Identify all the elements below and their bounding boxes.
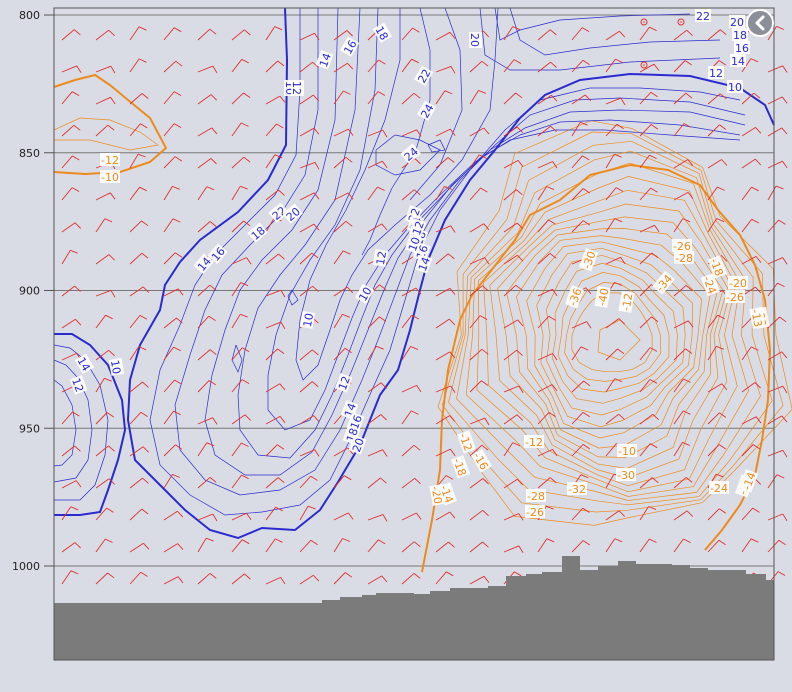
contour-label: -28 bbox=[674, 251, 694, 265]
y-tick-label: 950 bbox=[19, 422, 40, 435]
contour-label-text: 12 bbox=[374, 250, 389, 266]
contour-label-text: -12 bbox=[525, 436, 543, 449]
y-tick-label: 800 bbox=[19, 9, 40, 22]
y-tick-label: 900 bbox=[19, 285, 40, 298]
contour-label: -24 bbox=[709, 481, 729, 495]
contour-label-text: -20 bbox=[729, 277, 747, 290]
contour-label: 12 bbox=[372, 248, 389, 267]
contour-label: -28 bbox=[526, 489, 546, 503]
contour-label-text: 20 bbox=[730, 16, 744, 29]
contour-label-text: -10 bbox=[101, 171, 119, 184]
contour-label-text: -28 bbox=[527, 490, 545, 503]
contour-label-text: 20 bbox=[468, 33, 481, 47]
contour-label-text: -30 bbox=[617, 469, 635, 482]
contour-label-text: -28 bbox=[675, 252, 693, 265]
contour-label: 20 bbox=[468, 32, 482, 48]
contour-label: -32 bbox=[567, 482, 587, 496]
contour-label-text: -32 bbox=[568, 483, 586, 496]
contour-label: 14 bbox=[730, 54, 746, 68]
contour-label-text: -24 bbox=[710, 482, 728, 495]
chevron-left-icon bbox=[755, 15, 765, 31]
y-tick-label: 1000 bbox=[12, 560, 40, 573]
contour-label: 18 bbox=[732, 28, 748, 42]
contour-label: -12 bbox=[524, 435, 544, 449]
contour-label-text: 10 bbox=[108, 359, 123, 375]
contour-label: 22 bbox=[695, 9, 711, 23]
contour-label-text: -26 bbox=[526, 506, 544, 519]
contour-label-text: 12 bbox=[709, 67, 723, 80]
circled-dot-center bbox=[643, 21, 645, 23]
contour-label: 10 bbox=[727, 80, 743, 94]
contour-label: -26 bbox=[725, 290, 745, 304]
contour-label: -26 bbox=[672, 239, 692, 253]
contour-label: 12 bbox=[290, 80, 304, 96]
y-axis: 800 850 900 950 1000 bbox=[12, 9, 54, 573]
contour-label: 16 bbox=[734, 41, 750, 55]
contour-label: 12 bbox=[708, 66, 724, 80]
contour-label-text: 14 bbox=[731, 55, 745, 68]
contour-label: 10 bbox=[108, 357, 125, 376]
contour-label: -12 bbox=[100, 153, 120, 167]
contour-label-text: 10 bbox=[301, 312, 316, 328]
contour-label-text: -12 bbox=[101, 154, 119, 167]
contour-label-text: 18 bbox=[733, 29, 747, 42]
contour-label: -10 bbox=[617, 444, 637, 458]
contour-label-text: 10 bbox=[728, 81, 742, 94]
contour-label: -10 bbox=[100, 170, 120, 184]
contour-label-text: 22 bbox=[696, 10, 710, 23]
contour-chart: 22 2018161412101012141618 2022242422201816… bbox=[12, 7, 792, 661]
back-button[interactable] bbox=[746, 9, 774, 37]
contour-label: 20 bbox=[729, 15, 745, 29]
y-tick-label: 850 bbox=[19, 147, 40, 160]
contour-label-text: 16 bbox=[735, 42, 749, 55]
contour-label: 10 bbox=[299, 310, 316, 329]
circled-dot-center bbox=[643, 64, 645, 66]
plot-area bbox=[54, 8, 774, 660]
contour-label-text: 12 bbox=[290, 81, 303, 95]
contour-label: -26 bbox=[525, 505, 545, 519]
contour-label-text: -26 bbox=[726, 291, 744, 304]
circled-dot-center bbox=[680, 21, 682, 23]
contour-label-text: -10 bbox=[618, 445, 636, 458]
contour-label: -20 bbox=[728, 276, 748, 290]
contour-label: -30 bbox=[616, 468, 636, 482]
